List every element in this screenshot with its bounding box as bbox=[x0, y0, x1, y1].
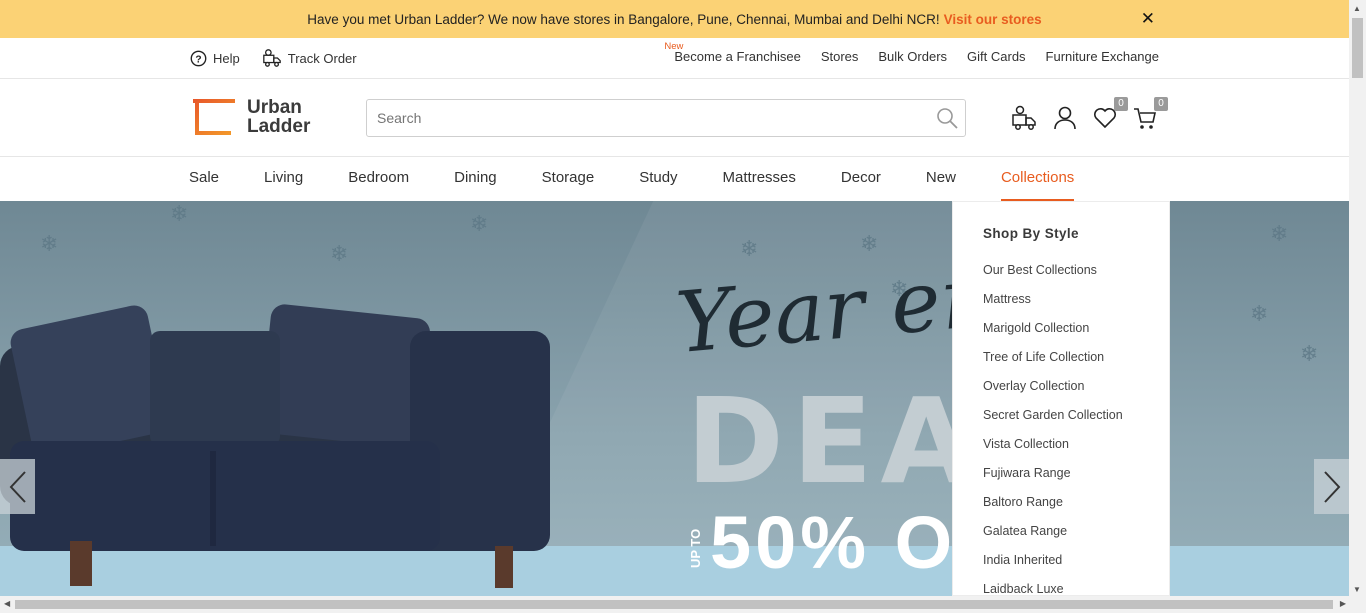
help-link[interactable]: ? Help bbox=[190, 48, 240, 68]
search-box bbox=[366, 99, 966, 137]
track-order-icon bbox=[262, 49, 281, 67]
main-header: Urban Ladder 0 0 bbox=[0, 79, 1349, 157]
wishlist-button[interactable]: 0 bbox=[1092, 97, 1128, 131]
scroll-up-icon[interactable]: ▲ bbox=[1353, 4, 1361, 13]
vertical-scroll-thumb[interactable] bbox=[1352, 18, 1363, 78]
dropdown-item[interactable]: Mattress bbox=[983, 292, 1169, 321]
help-label: Help bbox=[213, 50, 240, 66]
dropdown-item[interactable]: Laidback Luxe bbox=[983, 582, 1169, 595]
nav-item-decor[interactable]: Decor bbox=[841, 169, 881, 201]
new-tag: New bbox=[664, 41, 684, 52]
visit-stores-link[interactable]: Visit our stores bbox=[944, 12, 1042, 27]
horizontal-scroll-thumb[interactable] bbox=[15, 600, 1333, 609]
urban-ladder-logo[interactable]: Urban Ladder bbox=[191, 98, 310, 136]
horizontal-scrollbar[interactable]: ◀ ▶ bbox=[0, 596, 1366, 613]
scroll-down-icon[interactable]: ▼ bbox=[1353, 585, 1361, 594]
dropdown-item[interactable]: Tree of Life Collection bbox=[983, 350, 1169, 379]
scroll-left-icon[interactable]: ◀ bbox=[4, 599, 10, 608]
scroll-right-icon[interactable]: ▶ bbox=[1340, 599, 1346, 608]
hero-percent-text: 50% O bbox=[710, 501, 957, 584]
snowflake-icon: ❄ bbox=[1250, 301, 1269, 326]
user-icon bbox=[1054, 106, 1076, 130]
franchisee-label: Become a Franchisee bbox=[674, 49, 801, 64]
store-locator-button[interactable] bbox=[1012, 105, 1038, 131]
snowflake-icon: ❄ bbox=[860, 231, 879, 256]
stores-link[interactable]: Stores bbox=[821, 49, 859, 64]
announcement-text: Have you met Urban Ladder? We now have s… bbox=[307, 11, 940, 27]
dropdown-item[interactable]: Secret Garden Collection bbox=[983, 408, 1169, 437]
close-icon[interactable]: ✕ bbox=[1141, 9, 1155, 29]
collections-dropdown: Shop By Style Our Best Collections Mattr… bbox=[952, 201, 1170, 596]
dropdown-item[interactable]: Baltoro Range bbox=[983, 495, 1169, 524]
nav-item-new[interactable]: New bbox=[926, 169, 956, 201]
category-nav: Sale Living Bedroom Dining Storage Study… bbox=[0, 157, 1349, 201]
nav-item-mattresses[interactable]: Mattresses bbox=[723, 169, 796, 201]
utility-bar: ? Help Track Order New Become a Franchis… bbox=[0, 38, 1349, 79]
snowflake-icon: ❄ bbox=[1300, 341, 1319, 366]
snowflake-icon: ❄ bbox=[740, 236, 759, 261]
nav-item-study[interactable]: Study bbox=[639, 169, 677, 201]
svg-text:?: ? bbox=[195, 54, 201, 65]
logo-word-ladder: Ladder bbox=[247, 116, 311, 137]
cart-button[interactable]: 0 bbox=[1132, 97, 1168, 131]
announcement-bar: Have you met Urban Ladder? We now have s… bbox=[0, 0, 1349, 38]
dropdown-item[interactable]: Fujiwara Range bbox=[983, 466, 1169, 495]
dropdown-heading: Shop By Style bbox=[983, 226, 1079, 241]
become-franchisee-link[interactable]: New Become a Franchisee bbox=[664, 41, 801, 64]
dropdown-item[interactable]: Overlay Collection bbox=[983, 379, 1169, 408]
profile-button[interactable] bbox=[1052, 105, 1078, 131]
chevron-right-icon bbox=[1323, 470, 1340, 503]
dropdown-item[interactable]: Our Best Collections bbox=[983, 263, 1169, 292]
delivery-truck-icon bbox=[1012, 105, 1036, 130]
dropdown-item[interactable]: Marigold Collection bbox=[983, 321, 1169, 350]
hero-upto-text: UP TO bbox=[688, 528, 703, 568]
chevron-left-icon bbox=[9, 470, 26, 503]
vertical-scrollbar[interactable]: ▲ ▼ bbox=[1349, 0, 1366, 596]
wishlist-count-badge: 0 bbox=[1114, 97, 1128, 111]
logo-mark-icon bbox=[193, 99, 235, 135]
nav-item-dining[interactable]: Dining bbox=[454, 169, 497, 201]
track-order-link[interactable]: Track Order bbox=[262, 48, 357, 68]
bulk-orders-link[interactable]: Bulk Orders bbox=[878, 49, 947, 64]
carousel-prev-button[interactable] bbox=[0, 459, 35, 514]
sofa-image bbox=[0, 304, 550, 588]
search-icon[interactable] bbox=[935, 106, 959, 130]
nav-item-bedroom[interactable]: Bedroom bbox=[348, 169, 409, 201]
nav-item-storage[interactable]: Storage bbox=[542, 169, 595, 201]
nav-item-living[interactable]: Living bbox=[264, 169, 303, 201]
dropdown-item[interactable]: Vista Collection bbox=[983, 437, 1169, 466]
help-icon: ? bbox=[190, 50, 207, 66]
nav-item-sale[interactable]: Sale bbox=[189, 169, 219, 201]
search-input[interactable] bbox=[367, 100, 907, 136]
dropdown-item[interactable]: Galatea Range bbox=[983, 524, 1169, 553]
nav-item-collections[interactable]: Collections bbox=[1000, 169, 1075, 201]
carousel-next-button[interactable] bbox=[1314, 459, 1349, 514]
gift-cards-link[interactable]: Gift Cards bbox=[967, 49, 1026, 64]
snowflake-icon: ❄ bbox=[1270, 221, 1289, 246]
logo-word-urban: Urban bbox=[247, 97, 302, 118]
track-order-label: Track Order bbox=[287, 50, 357, 66]
furniture-exchange-link[interactable]: Furniture Exchange bbox=[1046, 49, 1159, 64]
dropdown-item[interactable]: India Inherited bbox=[983, 553, 1169, 582]
cart-count-badge: 0 bbox=[1154, 97, 1168, 111]
